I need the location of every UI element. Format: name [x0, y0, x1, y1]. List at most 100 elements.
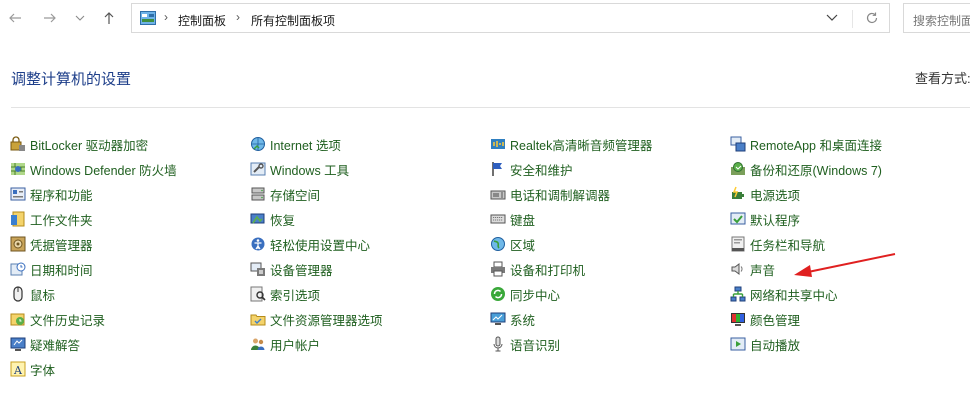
- control-panel-item-label: Internet 选项: [270, 138, 341, 153]
- control-panel-item-label: 工作文件夹: [30, 213, 93, 228]
- control-panel-item-label: 电源选项: [750, 188, 801, 203]
- view-by-label[interactable]: 查看方式:: [915, 68, 970, 87]
- control-panel-item-label: 疑难解答: [30, 338, 81, 353]
- control-panel-item[interactable]: 同步中心: [490, 284, 560, 304]
- control-panel-item-label: 存储空间: [270, 188, 321, 203]
- control-panel-icon: [140, 11, 156, 25]
- control-panel-item-label: 备份和还原(Windows 7): [750, 163, 882, 178]
- autoplay-icon: [730, 336, 746, 352]
- taskbar-icon: [730, 236, 746, 252]
- tools-icon: [250, 161, 266, 177]
- control-panel-item[interactable]: 疑难解答: [10, 334, 80, 354]
- control-panel-item-label: 区域: [510, 238, 536, 253]
- search-placeholder: 搜索控制面: [913, 14, 970, 28]
- control-panel-item-label: 电话和调制解调器: [510, 188, 611, 203]
- control-panel-item-label: 同步中心: [510, 288, 561, 303]
- control-panel-item[interactable]: 颜色管理: [730, 309, 800, 329]
- control-panel-item[interactable]: 声音: [730, 259, 775, 279]
- control-panel-item[interactable]: Windows 工具: [250, 159, 349, 179]
- breadcrumb-all-items[interactable]: 所有控制面板项: [251, 12, 335, 29]
- control-panel-item[interactable]: 备份和还原(Windows 7): [730, 159, 882, 179]
- control-panel-item[interactable]: 文件资源管理器选项: [250, 309, 383, 329]
- control-panel-item-label: 日期和时间: [30, 263, 93, 278]
- troubleshoot-icon: [10, 336, 26, 352]
- control-panel-item[interactable]: 文件历史记录: [10, 309, 105, 329]
- control-panel-item-label: 键盘: [510, 213, 536, 228]
- control-panel-item[interactable]: 语音识别: [490, 334, 560, 354]
- internet-icon: [250, 136, 266, 152]
- control-panel-item[interactable]: Windows Defender 防火墙: [10, 159, 177, 179]
- back-button[interactable]: [4, 7, 26, 29]
- control-panel-item[interactable]: 默认程序: [730, 209, 800, 229]
- control-panel-item[interactable]: 安全和维护: [490, 159, 573, 179]
- control-panel-item-label: 文件资源管理器选项: [270, 313, 383, 328]
- control-panel-item[interactable]: 恢复: [250, 209, 295, 229]
- control-panel-item[interactable]: 索引选项: [250, 284, 320, 304]
- address-bar[interactable]: › 控制面板 › 所有控制面板项: [131, 3, 890, 33]
- forward-button[interactable]: [39, 7, 61, 29]
- control-panel-item[interactable]: 轻松使用设置中心: [250, 234, 370, 254]
- mouse-icon: [10, 286, 26, 302]
- page-title: 调整计算机的设置: [11, 71, 132, 88]
- chevron-down-icon: [75, 15, 85, 21]
- search-box[interactable]: 搜索控制面: [903, 3, 970, 33]
- recovery-icon: [250, 211, 266, 227]
- control-panel-item-label: 鼠标: [30, 288, 56, 303]
- storage-icon: [250, 186, 266, 202]
- control-panel-item[interactable]: 区域: [490, 234, 535, 254]
- control-panel-item[interactable]: BitLocker 驱动器加密: [10, 134, 148, 154]
- control-panel-item[interactable]: 设备和打印机: [490, 259, 585, 279]
- control-panel-item[interactable]: RemoteApp 和桌面连接: [730, 134, 882, 154]
- refresh-icon[interactable]: [865, 11, 879, 25]
- datetime-icon: [10, 261, 26, 277]
- credential-icon: [10, 236, 26, 252]
- device-manager-icon: [250, 261, 266, 277]
- control-panel-item-label: BitLocker 驱动器加密: [30, 138, 149, 153]
- programs-icon: [10, 186, 26, 202]
- control-panel-item[interactable]: 程序和功能: [10, 184, 93, 204]
- address-dropdown-icon[interactable]: [826, 13, 838, 23]
- control-panel-item[interactable]: 网络和共享中心: [730, 284, 838, 304]
- up-button[interactable]: [98, 7, 120, 29]
- breadcrumb-control-panel[interactable]: 控制面板: [178, 12, 226, 29]
- file-history-icon: [10, 311, 26, 327]
- control-panel-item-label: 设备和打印机: [510, 263, 586, 278]
- control-panel-item[interactable]: 凭据管理器: [10, 234, 93, 254]
- control-panel-item-label: 语音识别: [510, 338, 561, 353]
- folder-options-icon: [250, 311, 266, 327]
- control-panel-item[interactable]: 键盘: [490, 209, 535, 229]
- font-icon: [10, 361, 26, 377]
- control-panel-item-label: Realtek高清晰音频管理器: [510, 138, 653, 153]
- address-divider: [852, 10, 853, 28]
- control-panel-item[interactable]: 鼠标: [10, 284, 55, 304]
- work-folders-icon: [10, 211, 26, 227]
- control-panel-item[interactable]: Internet 选项: [250, 134, 341, 154]
- recent-locations-button[interactable]: [69, 7, 91, 29]
- user-accounts-icon: [250, 336, 266, 352]
- system-icon: [490, 311, 506, 327]
- ease-of-access-icon: [250, 236, 266, 252]
- default-programs-icon: [730, 211, 746, 227]
- header-divider: [11, 107, 970, 108]
- control-panel-item[interactable]: 存储空间: [250, 184, 320, 204]
- breadcrumb-separator: ›: [164, 10, 168, 24]
- control-panel-item-label: 凭据管理器: [30, 238, 93, 253]
- control-panel-item[interactable]: 日期和时间: [10, 259, 93, 279]
- phone-modem-icon: [490, 186, 506, 202]
- red-annotation-arrow-icon: [794, 253, 896, 277]
- control-panel-item[interactable]: 字体: [10, 359, 55, 379]
- forward-arrow-icon: [44, 13, 56, 23]
- network-icon: [730, 286, 746, 302]
- control-panel-item[interactable]: 电源选项: [730, 184, 800, 204]
- control-panel-item[interactable]: 自动播放: [730, 334, 800, 354]
- control-panel-item[interactable]: Realtek高清晰音频管理器: [490, 134, 652, 154]
- control-panel-item[interactable]: 用户帐户: [250, 334, 320, 354]
- control-panel-item[interactable]: 系统: [490, 309, 535, 329]
- control-panel-item[interactable]: 设备管理器: [250, 259, 333, 279]
- control-panel-item-label: 颜色管理: [750, 313, 801, 328]
- control-panel-item[interactable]: 工作文件夹: [10, 209, 93, 229]
- region-icon: [490, 236, 506, 252]
- sync-icon: [490, 286, 506, 302]
- firewall-icon: [10, 161, 26, 177]
- control-panel-item[interactable]: 电话和调制解调器: [490, 184, 610, 204]
